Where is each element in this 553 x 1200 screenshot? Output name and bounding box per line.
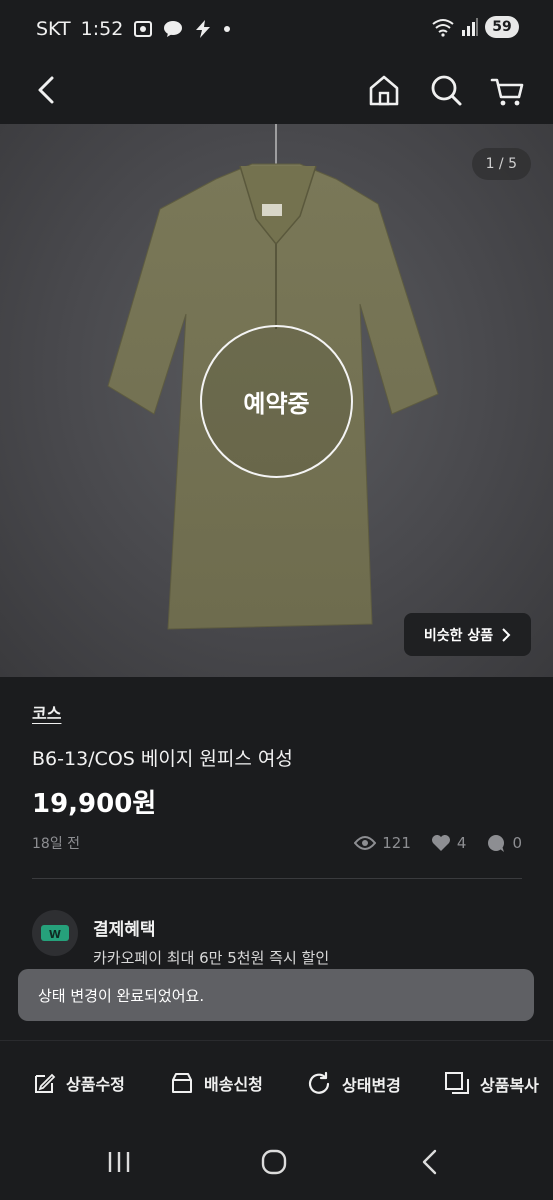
back-arrow-icon[interactable] xyxy=(28,68,68,112)
screenshot-icon xyxy=(134,21,153,37)
delivery-request-label: 배송신청 xyxy=(204,1075,263,1094)
benefit-title: 결제혜택 xyxy=(93,920,156,940)
status-right: 59 xyxy=(431,16,519,38)
seller-toolbar: 상품수정 배송신청 상태변경 상품복사 xyxy=(0,1040,553,1126)
change-status-label: 상태변경 xyxy=(342,1076,401,1095)
like-count: 4 xyxy=(456,834,467,852)
benefit-icon-text: W xyxy=(49,928,61,941)
product-meta: 18일 전 121 4 0 xyxy=(32,832,522,854)
box-icon xyxy=(172,1073,192,1093)
product-title: B6-13/COS 베이지 원피스 여성 xyxy=(32,748,293,770)
carrier-label: SKT xyxy=(36,18,71,40)
chat-count: 0 xyxy=(512,834,522,852)
home-circle-icon xyxy=(261,1149,287,1175)
reserved-status-overlay: 예약중 xyxy=(200,325,353,478)
back-system-button[interactable] xyxy=(410,1146,450,1178)
payment-benefit-icon: W xyxy=(32,910,78,956)
change-status-button[interactable]: 상태변경 xyxy=(306,1071,401,1097)
system-nav-bar xyxy=(0,1126,553,1200)
view-count: 121 xyxy=(382,834,411,852)
heart-icon xyxy=(431,835,450,851)
status-bar: SKT 1:52 59 xyxy=(0,0,553,58)
copy-product-button[interactable]: 상품복사 xyxy=(444,1071,539,1097)
section-divider xyxy=(32,878,522,879)
battery-badge: 59 xyxy=(485,16,519,38)
chat-bubble-icon xyxy=(488,835,505,852)
image-counter: 1 / 5 xyxy=(471,148,531,180)
copy-icon xyxy=(445,1072,469,1094)
toast-message: 상태 변경이 완료되었어요. xyxy=(38,986,205,1005)
similar-products-label: 비슷한 상품 xyxy=(423,627,494,644)
home-system-button[interactable] xyxy=(254,1146,294,1178)
brand-link[interactable]: 코스 xyxy=(32,700,522,724)
signal-icon xyxy=(462,18,478,36)
back-chevron-icon xyxy=(422,1149,437,1175)
bolt-icon xyxy=(196,20,211,38)
refresh-icon xyxy=(308,1071,330,1094)
status-change-toast: 상태 변경이 완료되었어요. xyxy=(18,969,534,1021)
similar-products-button[interactable]: 비슷한 상품 xyxy=(404,613,531,656)
product-image-carousel[interactable]: 1 / 5 예약중 비슷한 상품 xyxy=(0,124,553,677)
recent-apps-icon xyxy=(108,1152,130,1172)
status-left: SKT 1:52 xyxy=(36,18,231,40)
product-stats: 121 4 0 xyxy=(354,834,522,852)
edit-product-label: 상품수정 xyxy=(66,1075,125,1094)
home-icon[interactable] xyxy=(364,68,404,112)
product-details: 코스 B6-13/COS 베이지 원피스 여성 19,900원 xyxy=(32,700,522,820)
eye-icon xyxy=(354,836,377,850)
copy-product-label: 상품복사 xyxy=(480,1076,539,1095)
posted-time: 18일 전 xyxy=(32,836,81,852)
chevron-right-icon xyxy=(502,627,511,642)
search-icon[interactable] xyxy=(426,68,466,112)
product-price: 19,900원 xyxy=(32,789,157,819)
edit-product-button[interactable]: 상품수정 xyxy=(32,1071,125,1095)
recent-apps-button[interactable] xyxy=(99,1146,139,1178)
dot-icon xyxy=(224,26,231,32)
benefit-description: 카카오페이 최대 6만 5천원 즉시 할인 xyxy=(93,949,330,967)
delivery-request-button[interactable]: 배송신청 xyxy=(170,1071,263,1095)
talk-icon xyxy=(164,21,183,37)
top-nav xyxy=(0,58,553,124)
clock: 1:52 xyxy=(80,18,124,40)
edit-icon xyxy=(35,1073,56,1093)
cart-icon[interactable] xyxy=(488,68,528,112)
wifi-icon xyxy=(432,19,454,37)
